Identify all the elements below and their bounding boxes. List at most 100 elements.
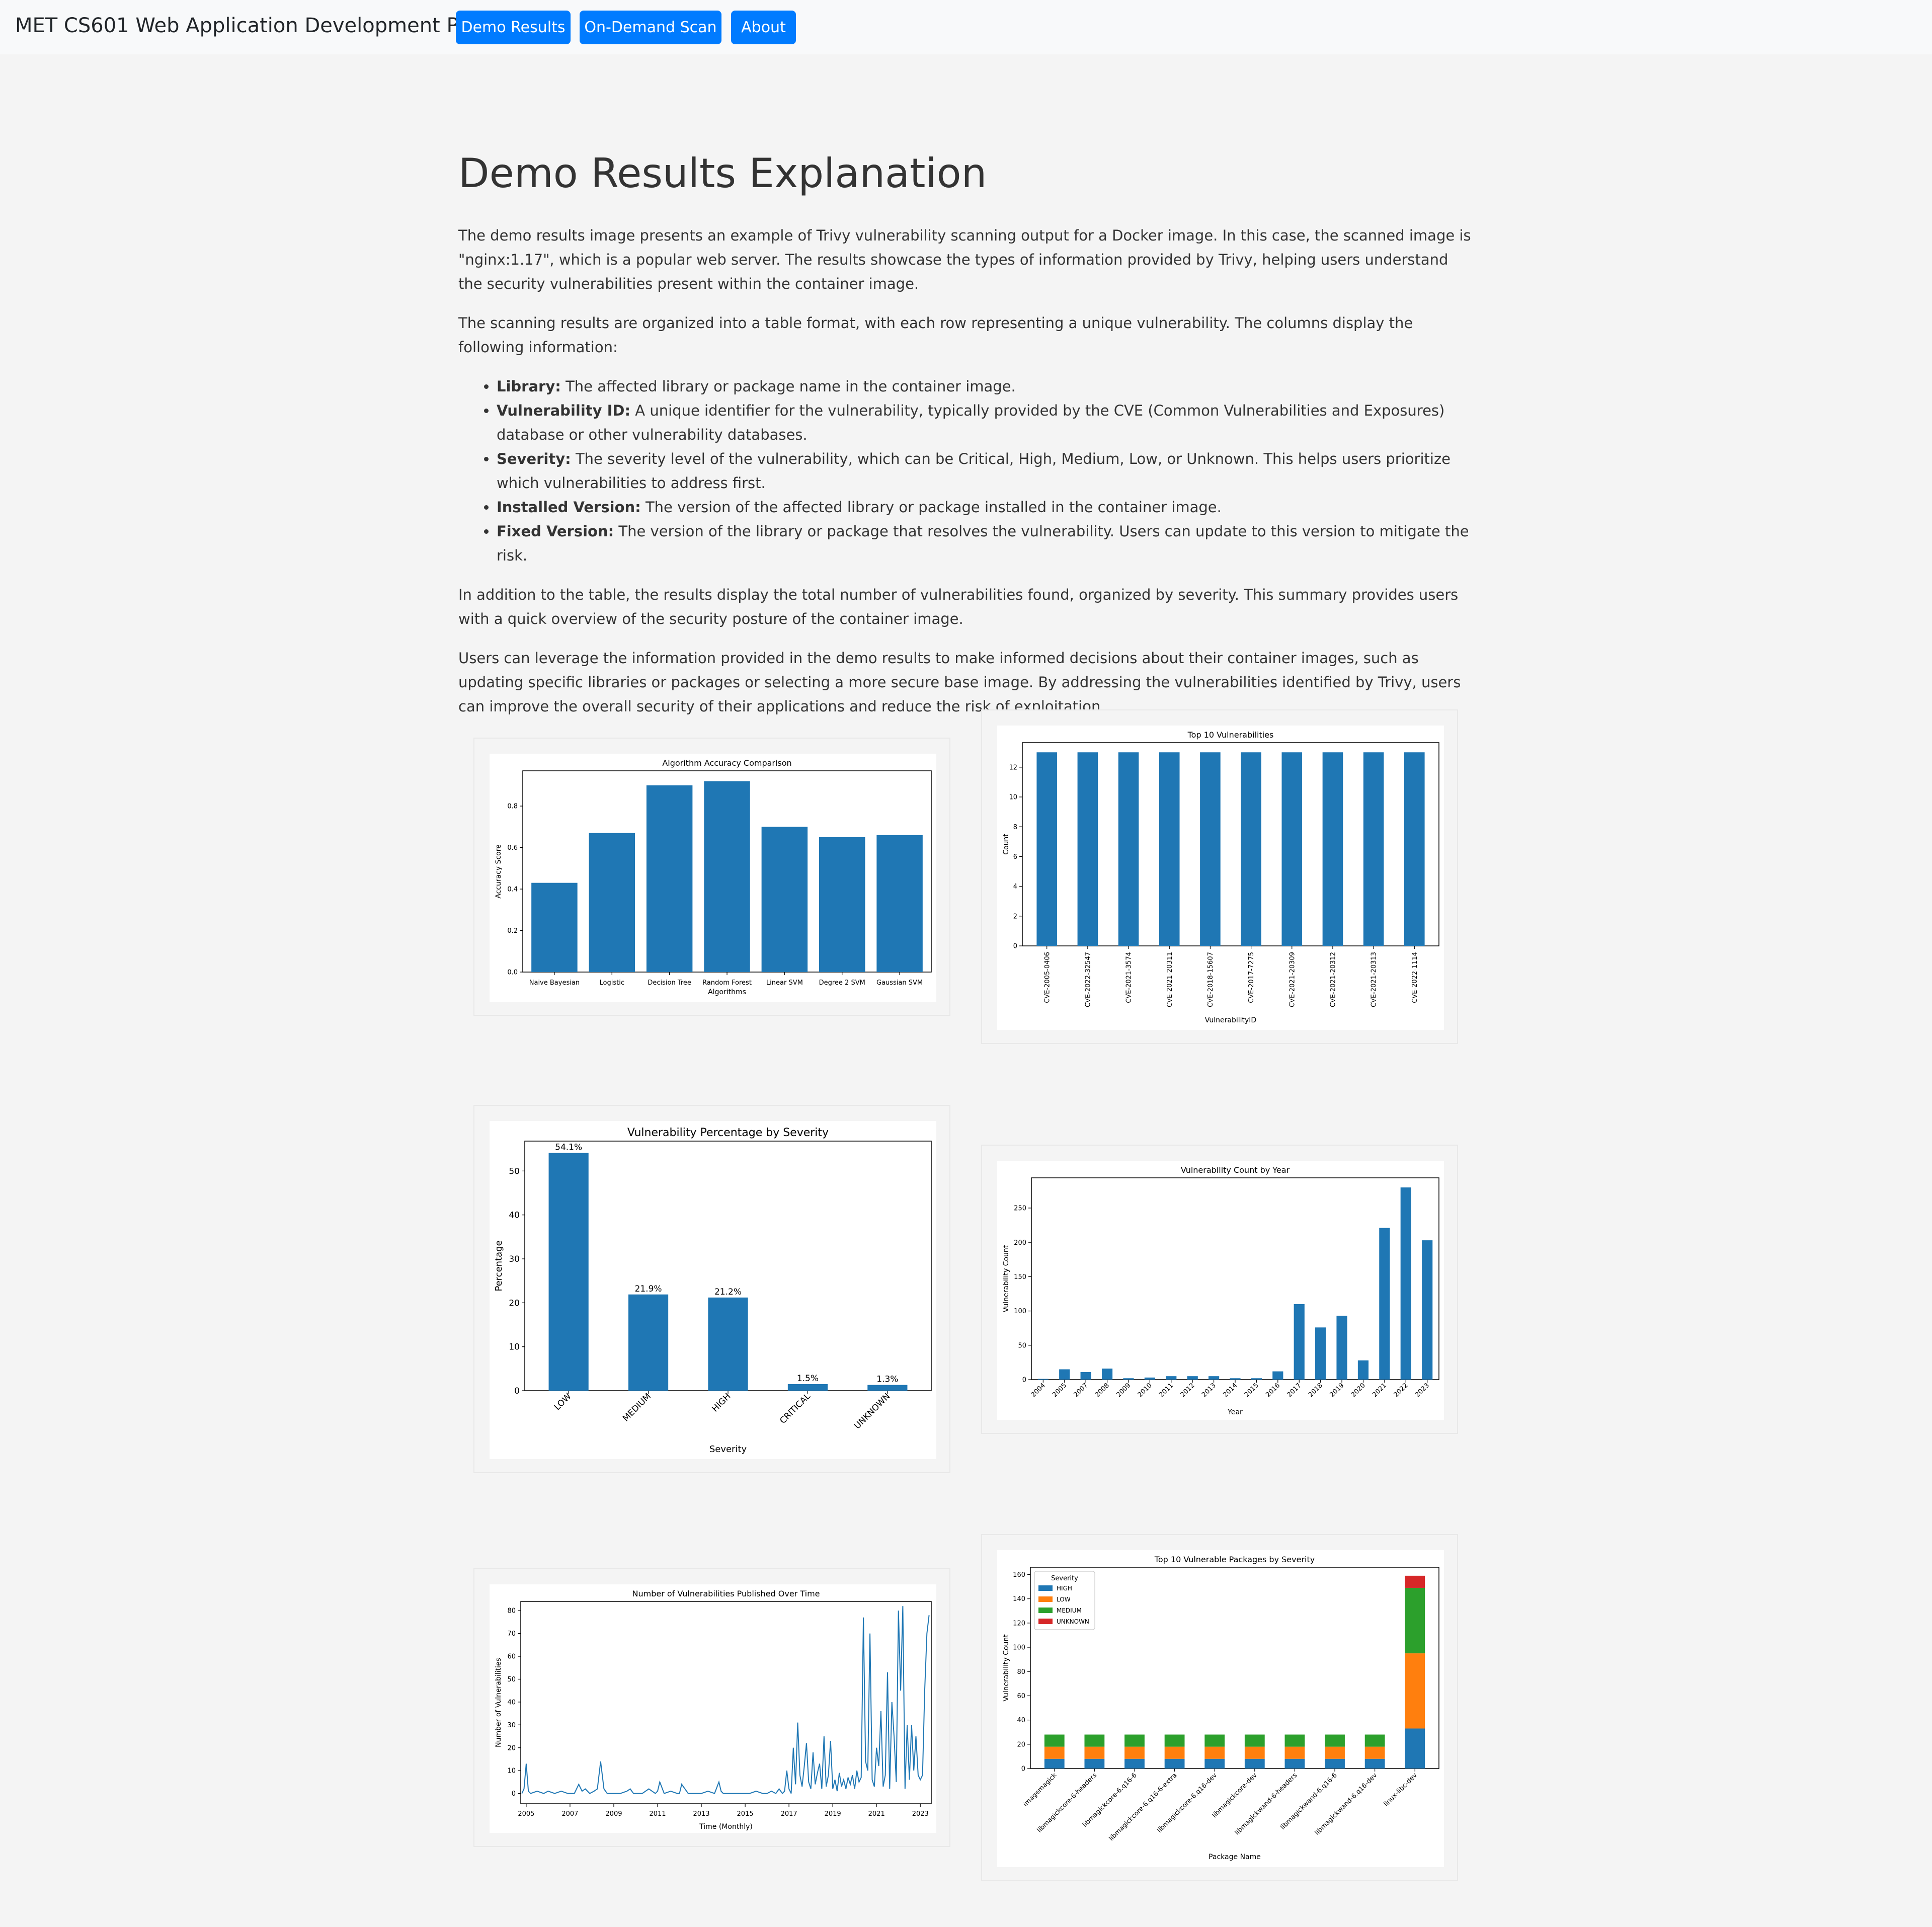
x-tick-label: CVE-2021-20309 — [1289, 952, 1296, 1007]
x-tick-label: linux-libc-dev — [1383, 1772, 1419, 1808]
packages-by-severity-chart: Top 10 Vulnerable Packages by Severity Pa… — [997, 1550, 1444, 1867]
legend-swatch — [1038, 1619, 1053, 1624]
x-tick-label: CVE-2022-32547 — [1084, 952, 1092, 1007]
page-title: Demo Results Explanation — [458, 150, 987, 197]
plot-frame — [1031, 1177, 1439, 1380]
x-tick-label: Logistic — [600, 979, 624, 987]
bar — [1315, 1327, 1326, 1380]
nav-demo-results-button[interactable]: Demo Results — [456, 11, 571, 44]
bar — [1241, 752, 1261, 946]
y-tick-label: 10 — [1009, 794, 1017, 801]
y-axis-label: Accuracy Score — [495, 844, 503, 899]
y-tick-label: 2 — [1013, 913, 1017, 920]
y-tick-label: 140 — [1013, 1595, 1025, 1603]
bar — [1208, 1376, 1220, 1380]
stacked-bar-segment — [1284, 1758, 1305, 1769]
stacked-bar-segment — [1124, 1746, 1145, 1759]
x-tick-label: 2021 — [1371, 1382, 1388, 1399]
bar — [1187, 1376, 1198, 1380]
chart-title: Vulnerability Percentage by Severity — [627, 1127, 829, 1139]
x-tick-label: Linear SVM — [766, 979, 803, 987]
list-item: Installed Version: The version of the af… — [497, 495, 1475, 519]
stacked-bar-segment — [1325, 1734, 1345, 1747]
chart-card-severity: Vulnerability Percentage by Severity Seve… — [473, 1105, 950, 1473]
list-item-term: Library: — [497, 378, 561, 395]
x-tick-label: 2004 — [1030, 1382, 1047, 1399]
stacked-bar-segment — [1124, 1758, 1145, 1769]
data-label: 1.5% — [797, 1374, 819, 1384]
legend-label: HIGH — [1057, 1585, 1072, 1592]
y-tick-label: 0.8 — [507, 803, 518, 811]
x-tick-label: 2007 — [1073, 1382, 1090, 1399]
x-tick-label: 2023 — [912, 1810, 929, 1818]
y-tick-label: 20 — [507, 1744, 516, 1752]
stacked-bar-segment — [1044, 1734, 1065, 1747]
x-tick-label: HIGH — [710, 1391, 733, 1414]
list-item-desc: The affected library or package name in … — [560, 378, 1016, 395]
nav-on-demand-scan-button[interactable]: On-Demand Scan — [580, 11, 721, 44]
y-tick-label: 0 — [512, 1790, 516, 1798]
stacked-bar-segment — [1084, 1758, 1105, 1769]
legend-label: MEDIUM — [1057, 1607, 1082, 1614]
y-tick-label: 0.0 — [507, 969, 518, 977]
stacked-bar-segment — [1044, 1758, 1065, 1769]
y-tick-label: 8 — [1013, 824, 1017, 831]
bar — [1200, 752, 1221, 946]
stacked-bar-segment — [1244, 1746, 1265, 1759]
y-tick-label: 0.6 — [507, 844, 518, 852]
bar — [548, 1153, 589, 1391]
stacked-bar-segment — [1364, 1746, 1385, 1759]
x-tick-label: 2011 — [649, 1810, 666, 1818]
stacked-bar-segment — [1405, 1575, 1425, 1588]
bar — [704, 781, 750, 972]
y-tick-label: 150 — [1014, 1273, 1026, 1281]
bar — [1422, 1240, 1433, 1380]
y-tick-label: 50 — [507, 1676, 516, 1683]
y-tick-label: 60 — [507, 1653, 516, 1661]
y-axis-label: Count — [1002, 834, 1010, 855]
stacked-bar-segment — [1405, 1728, 1425, 1769]
x-tick-label: 2018 — [1307, 1382, 1324, 1399]
stacked-bar-segment — [1044, 1746, 1065, 1759]
y-tick-label: 40 — [507, 1699, 516, 1706]
y-tick-label: 120 — [1013, 1620, 1025, 1627]
list-item-desc: A unique identifier for the vulnerabilit… — [497, 402, 1445, 443]
x-tick-label: Random Forest — [702, 979, 752, 987]
nav-about-button[interactable]: About — [731, 11, 796, 44]
chart-title: Top 10 Vulnerable Packages by Severity — [1154, 1555, 1315, 1564]
x-axis-label: Severity — [709, 1444, 747, 1455]
bar — [876, 835, 923, 972]
data-label: 54.1% — [555, 1143, 582, 1153]
bar — [1144, 1377, 1155, 1380]
bar — [1322, 752, 1343, 946]
x-tick-label: 2007 — [561, 1810, 578, 1818]
bar — [1251, 1378, 1262, 1380]
brand-link[interactable]: MET CS601 Web Application Development Pr… — [15, 14, 515, 37]
x-tick-label: 2012 — [1179, 1382, 1196, 1399]
y-tick-label: 40 — [509, 1211, 520, 1221]
list-item: Library: The affected library or package… — [497, 374, 1475, 398]
x-tick-label: 2008 — [1094, 1382, 1111, 1399]
x-tick-label: imagemagick — [1022, 1772, 1059, 1808]
chart-card-year: Vulnerability Count by Year Year Vulnerabi… — [981, 1145, 1458, 1434]
legend-title: Severity — [1051, 1575, 1078, 1582]
x-tick-label: 2009 — [605, 1810, 622, 1818]
y-tick-label: 10 — [509, 1342, 520, 1352]
list-item-term: Installed Version: — [497, 499, 641, 516]
bar — [628, 1294, 669, 1391]
plot-frame — [520, 1601, 932, 1804]
bar — [1400, 1187, 1411, 1380]
accuracy-chart: Algorithm Accuracy Comparison Algorithms A… — [490, 754, 936, 1002]
legend-swatch — [1038, 1585, 1053, 1591]
conclusion-paragraph: Users can leverage the information provi… — [458, 650, 1461, 715]
x-tick-label: Decision Tree — [648, 979, 691, 987]
x-tick-label: CVE-2021-20312 — [1329, 952, 1337, 1007]
stacked-bar-segment — [1084, 1734, 1105, 1747]
bar — [1080, 1372, 1091, 1380]
y-tick-label: 12 — [1009, 764, 1017, 771]
top10-vulnerabilities-chart: Top 10 Vulnerabilities VulnerabilityID Cou… — [997, 726, 1444, 1030]
chart-card-accuracy: Algorithm Accuracy Comparison Algorithms A… — [473, 738, 950, 1016]
bar — [1272, 1371, 1283, 1380]
bar — [1363, 752, 1384, 946]
stacked-bar-segment — [1405, 1587, 1425, 1654]
